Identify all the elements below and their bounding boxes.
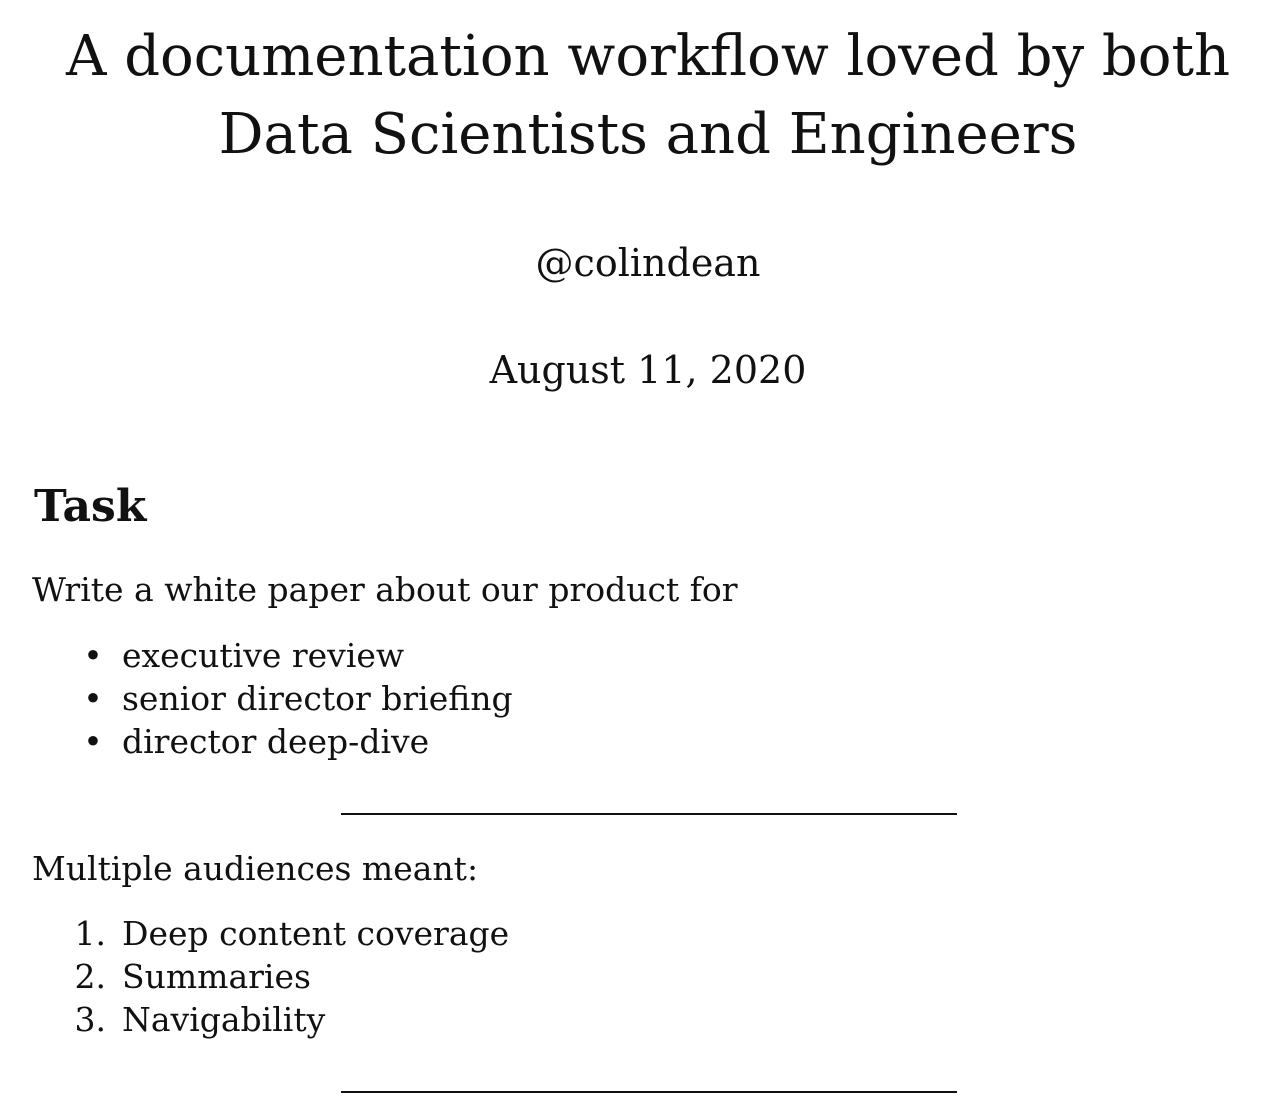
list-item-text: director deep-dive (122, 722, 430, 761)
list-number: 2. (74, 957, 107, 996)
list-number: 1. (74, 914, 107, 953)
audiences-intro: Multiple audiences meant: (32, 849, 479, 888)
list-item-text: Navigability (122, 1000, 326, 1039)
bullet-icon: • (83, 722, 103, 761)
list-number: 3. (74, 1000, 107, 1039)
horizontal-divider (341, 1091, 957, 1093)
bullet-icon: • (83, 636, 103, 675)
document-page: A documentation workflow loved by both D… (0, 0, 1280, 1116)
document-date: August 11, 2020 (489, 348, 807, 392)
bullet-icon: • (83, 679, 103, 718)
list-item-text: senior director briefing (122, 679, 513, 718)
list-item-text: Deep content coverage (122, 914, 510, 953)
task-intro: Write a white paper about our product fo… (32, 570, 738, 609)
list-item-text: executive review (122, 636, 405, 675)
horizontal-divider (341, 813, 957, 815)
list-item-text: Summaries (122, 957, 311, 996)
author-handle: @colindean (535, 241, 761, 285)
document-title: A documentation workflow loved by both D… (65, 24, 1231, 167)
section-heading: Task (34, 481, 147, 532)
